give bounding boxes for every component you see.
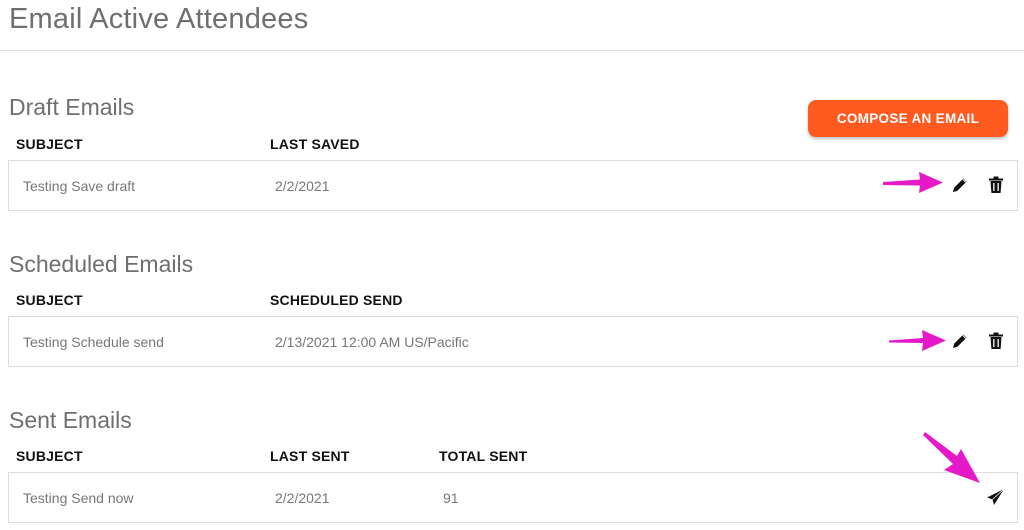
magenta-arrow-icon — [889, 330, 946, 351]
draft-email-row[interactable]: Testing Save draft 2/2/2021 — [8, 160, 1018, 211]
scheduled-send-time: 2/13/2021 12:00 AM US/Pacific — [275, 334, 469, 350]
compose-email-button[interactable]: COMPOSE AN EMAIL — [808, 100, 1008, 137]
scheduled-email-row[interactable]: Testing Schedule send 2/13/2021 12:00 AM… — [8, 316, 1018, 367]
pencil-icon[interactable] — [949, 330, 971, 352]
scheduled-subject: Testing Schedule send — [23, 334, 164, 350]
paper-plane-icon[interactable] — [984, 486, 1006, 508]
sent-email-row[interactable]: Testing Send now 2/2/2021 91 — [8, 472, 1018, 523]
page-title: Email Active Attendees — [9, 3, 309, 35]
sent-emails-title: Sent Emails — [9, 407, 132, 433]
sent-subject: Testing Send now — [23, 490, 134, 506]
title-divider — [0, 50, 1024, 51]
drafts-subject-header: SUBJECT — [16, 136, 83, 152]
draft-last-saved: 2/2/2021 — [275, 178, 330, 194]
sent-total: 91 — [443, 490, 459, 506]
scheduled-send-header: SCHEDULED SEND — [270, 292, 403, 308]
draft-subject: Testing Save draft — [23, 178, 136, 194]
drafts-last-saved-header: LAST SAVED — [270, 136, 360, 152]
magenta-arrow-icon — [883, 172, 943, 193]
draft-emails-title: Draft Emails — [9, 94, 135, 120]
magenta-arrow-icon — [923, 432, 980, 483]
scheduled-subject-header: SUBJECT — [16, 292, 83, 308]
pencil-icon[interactable] — [949, 174, 971, 196]
sent-subject-header: SUBJECT — [16, 448, 83, 464]
trash-icon[interactable] — [985, 174, 1007, 196]
trash-icon[interactable] — [985, 330, 1007, 352]
sent-last-sent-header: LAST SENT — [270, 448, 350, 464]
sent-total-header: TOTAL SENT — [439, 448, 528, 464]
scheduled-emails-title: Scheduled Emails — [9, 251, 194, 277]
sent-last-sent: 2/2/2021 — [275, 490, 330, 506]
